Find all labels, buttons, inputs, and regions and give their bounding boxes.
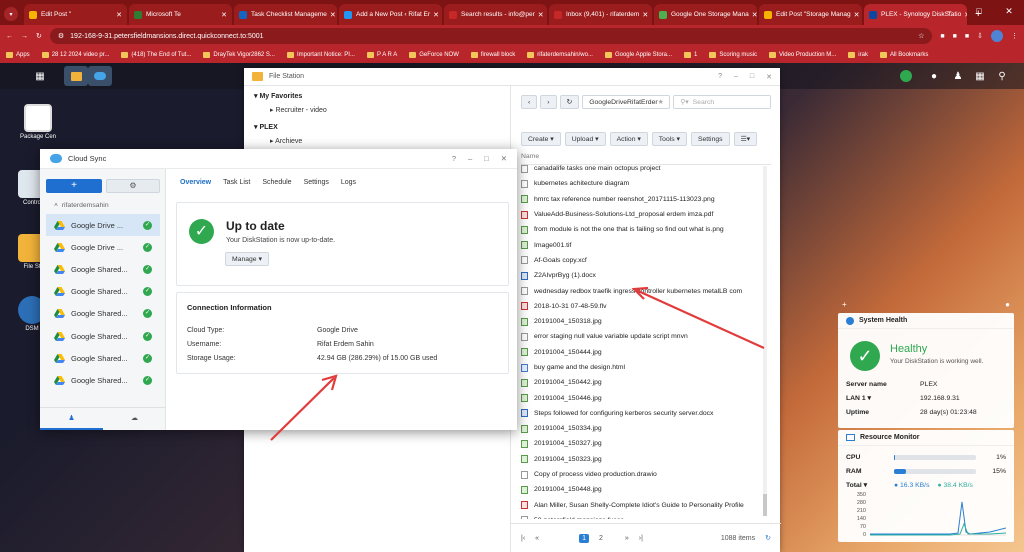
- arrow-annotation-left: [270, 374, 338, 441]
- annotation-arrows: [270, 286, 765, 441]
- arrow-annotation-right: [631, 286, 765, 350]
